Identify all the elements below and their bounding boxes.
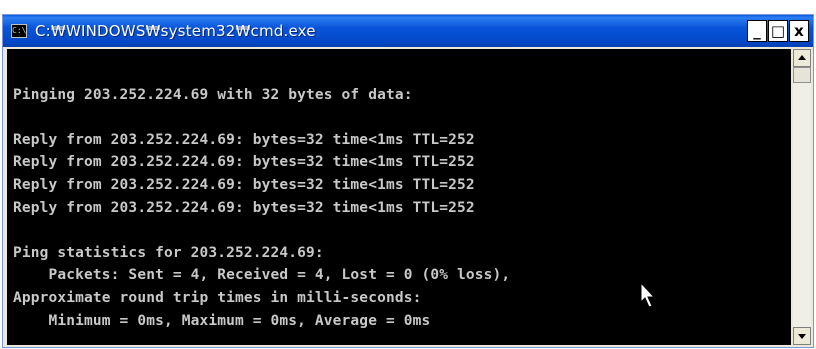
console-line: Minimum = 0ms, Maximum = 0ms, Average = … bbox=[13, 312, 431, 329]
arrow-down-icon bbox=[798, 334, 806, 339]
scroll-up-button[interactable] bbox=[793, 49, 811, 67]
vertical-scrollbar[interactable] bbox=[793, 49, 811, 345]
window-controls: _ □ x bbox=[747, 20, 809, 42]
title-bar[interactable]: C:\ C:₩WINDOWS₩system32₩cmd.exe _ □ x bbox=[3, 15, 813, 47]
console-line: Reply from 203.252.224.69: bytes=32 time… bbox=[13, 131, 475, 148]
console-line: Reply from 203.252.224.69: bytes=32 time… bbox=[13, 154, 475, 171]
scrollbar-thumb[interactable] bbox=[793, 67, 811, 83]
cmd-icon[interactable]: C:\ bbox=[11, 24, 27, 38]
scroll-down-button[interactable] bbox=[793, 327, 811, 345]
minimize-button[interactable]: _ bbox=[747, 20, 767, 42]
console-output[interactable]: Pinging 203.252.224.69 with 32 bytes of … bbox=[7, 49, 791, 345]
mouse-pointer-icon bbox=[640, 282, 656, 308]
console-line: Packets: Sent = 4, Received = 4, Lost = … bbox=[13, 267, 511, 284]
console-line: Approximate round trip times in milli-se… bbox=[13, 289, 422, 306]
maximize-button[interactable]: □ bbox=[768, 20, 788, 42]
console-line: Reply from 203.252.224.69: bytes=32 time… bbox=[13, 199, 475, 216]
console-line: Reply from 203.252.224.69: bytes=32 time… bbox=[13, 176, 475, 193]
console-line: Pinging 203.252.224.69 with 32 bytes of … bbox=[13, 86, 413, 103]
console-line: Ping statistics for 203.252.224.69: bbox=[13, 244, 324, 261]
window-title: C:₩WINDOWS₩system32₩cmd.exe bbox=[35, 22, 316, 40]
close-button[interactable]: x bbox=[789, 20, 809, 42]
arrow-up-icon bbox=[798, 55, 806, 60]
cmd-window: C:\ C:₩WINDOWS₩system32₩cmd.exe _ □ x Pi… bbox=[2, 14, 814, 348]
